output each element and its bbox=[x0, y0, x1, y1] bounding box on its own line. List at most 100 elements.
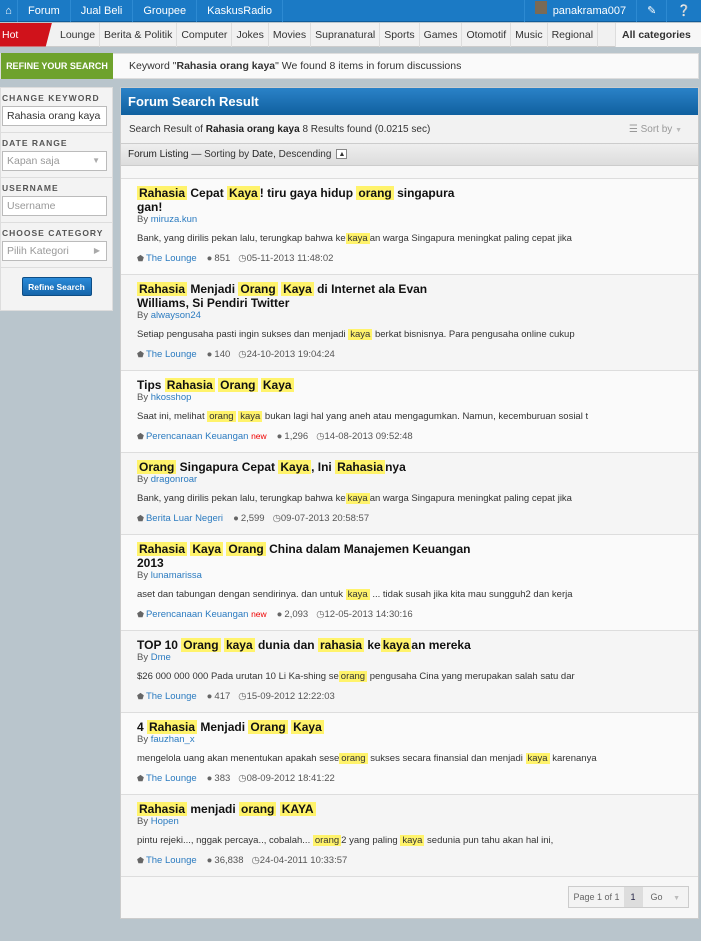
hot-categories-label: Hot categories bbox=[0, 22, 52, 47]
category-supranatural[interactable]: Supranatural bbox=[311, 22, 381, 47]
category-select[interactable]: Pilih Kategori ▶ bbox=[2, 241, 107, 261]
author-link[interactable]: miruza.kun bbox=[151, 214, 197, 225]
category-otomotif[interactable]: Otomotif bbox=[462, 22, 512, 47]
category-movies[interactable]: Movies bbox=[269, 22, 312, 47]
category-link[interactable]: The Lounge bbox=[146, 349, 197, 360]
category-music[interactable]: Music bbox=[511, 22, 548, 47]
category-berita-politik[interactable]: Berita & Politik bbox=[100, 22, 178, 47]
snippet-text: ... tidak susah jika kita mau sungguh2 d… bbox=[369, 589, 573, 600]
keyword-input[interactable]: Rahasia orang kaya bbox=[2, 106, 107, 126]
clock-icon: ◷ bbox=[238, 349, 247, 360]
title-text: an mereka bbox=[411, 638, 471, 652]
author-link[interactable]: alwayson24 bbox=[151, 310, 201, 321]
comment-icon: ● bbox=[206, 253, 213, 264]
title-text: nya bbox=[385, 460, 406, 474]
new-badge: new bbox=[251, 431, 267, 441]
title-text: ke bbox=[364, 638, 381, 652]
result-meta: ⬟ The Lounge ● 383 ◷08-09-2012 18:41:22 bbox=[137, 773, 682, 784]
username-input[interactable]: Username bbox=[2, 196, 107, 216]
search-results-panel: Forum Search Result Search Result of Rah… bbox=[120, 87, 699, 919]
category-link[interactable]: The Lounge bbox=[146, 253, 197, 264]
category-jokes[interactable]: Jokes bbox=[232, 22, 269, 47]
title-text: Singapura Cepat bbox=[176, 460, 279, 474]
category-regional[interactable]: Regional bbox=[548, 22, 599, 47]
highlighted-keyword: Orang bbox=[218, 378, 258, 392]
author-link[interactable]: Dme bbox=[151, 652, 171, 663]
category-link[interactable]: The Lounge bbox=[146, 691, 197, 702]
result-author: By alwayson24 bbox=[137, 310, 682, 321]
go-button[interactable]: Go ▼ bbox=[643, 887, 688, 907]
author-link[interactable]: dragonroar bbox=[151, 474, 197, 485]
by-label: By bbox=[137, 652, 151, 663]
avatar bbox=[534, 0, 547, 14]
category-value: Pilih Kategori bbox=[7, 245, 69, 257]
clock-icon: ◷ bbox=[238, 253, 247, 264]
title-text: Menjadi bbox=[197, 720, 249, 734]
post-date: 09-07-2013 20:58:57 bbox=[280, 513, 370, 524]
result-snippet: Setiap pengusaha pasti ingin sukses dan … bbox=[137, 329, 682, 340]
category-link[interactable]: The Lounge bbox=[146, 855, 197, 866]
result-meta: ⬟ Perencanaan Keuangan new ● 2,093 ◷12-05-20… bbox=[137, 609, 682, 620]
by-label: By bbox=[137, 310, 151, 321]
result-keyword: Rahasia orang kaya bbox=[205, 124, 300, 135]
help-icon[interactable]: ❔ bbox=[667, 0, 701, 22]
result-author: By Dme bbox=[137, 652, 682, 663]
highlighted-keyword: orang bbox=[207, 411, 236, 422]
author-link[interactable]: fauzhan_x bbox=[151, 734, 195, 745]
category-link[interactable]: Perencanaan Keuangan bbox=[146, 609, 248, 620]
category-link[interactable]: Perencanaan Keuangan bbox=[146, 431, 248, 442]
user-menu[interactable]: panakrama007 bbox=[523, 0, 638, 22]
result-title-link[interactable]: Orang Singapura Cepat Kaya, Ini Rahasia n… bbox=[137, 460, 477, 474]
date-range-select[interactable]: Kapan saja ▼ bbox=[2, 151, 107, 171]
result-snippet: aset dan tabungan dengan sendirinya. dan… bbox=[137, 589, 682, 600]
refine-search-button[interactable]: Refine Search bbox=[21, 277, 92, 296]
page-1-button[interactable]: 1 bbox=[623, 887, 643, 907]
title-text: Cepat bbox=[187, 186, 228, 200]
pencil-icon[interactable]: ✎ bbox=[637, 0, 668, 22]
category-sports[interactable]: Sports bbox=[380, 22, 420, 47]
reply-count: 417 bbox=[214, 691, 231, 702]
result-meta: ⬟ The Lounge ● 417 ◷15-09-2012 12:22:03 bbox=[137, 691, 682, 702]
author-link[interactable]: Hopen bbox=[151, 816, 179, 827]
result-title-link[interactable]: 4 Rahasia Menjadi Orang Kaya bbox=[137, 720, 477, 734]
refine-bar: REFINE YOUR SEARCH Keyword "Rahasia oran… bbox=[0, 53, 699, 79]
nav-jual-beli[interactable]: Jual Beli bbox=[71, 0, 134, 22]
home-icon[interactable]: ⌂ bbox=[0, 0, 18, 22]
result-title-link[interactable]: Tips Rahasia Orang Kaya bbox=[137, 378, 477, 392]
top-nav: ⌂ Forum Jual Beli Groupee KaskusRadio pa… bbox=[0, 0, 701, 22]
collapse-icon[interactable]: ▲ bbox=[336, 149, 348, 160]
result-meta: ⬟ The Lounge ● 851 ◷05-11-2013 11:48:02 bbox=[137, 253, 682, 264]
reply-count: 36,838 bbox=[214, 855, 244, 866]
category-bar: Hot categories LoungeBerita & PolitikCom… bbox=[0, 22, 701, 64]
highlighted-keyword: rahasia bbox=[317, 638, 365, 652]
listing-order: , Descending bbox=[273, 149, 332, 160]
category-games[interactable]: Games bbox=[420, 22, 463, 47]
category-computer[interactable]: Computer bbox=[177, 22, 233, 47]
highlighted-keyword: Kaya bbox=[291, 720, 324, 734]
tag-icon: ⬟ bbox=[137, 514, 144, 523]
highlighted-keyword: Rahasia bbox=[137, 802, 188, 816]
category-link[interactable]: Berita Luar Negeri bbox=[146, 513, 223, 524]
nav-kaskusradio[interactable]: KaskusRadio bbox=[197, 0, 283, 22]
clock-icon: ◷ bbox=[272, 513, 281, 524]
result-title-link[interactable]: Rahasia Menjadi Orang Kaya di Internet a… bbox=[137, 282, 477, 310]
result-title-link[interactable]: Rahasia menjadi orang KAYA bbox=[137, 802, 477, 816]
snippet-text: an warga Singapura meningkat paling cepa… bbox=[369, 493, 572, 504]
by-label: By bbox=[137, 474, 151, 485]
result-meta: ⬟ The Lounge ● 36,838 ◷24-04-2011 10:33:57 bbox=[137, 855, 682, 866]
result-title-link[interactable]: Rahasia Cepat Kaya! tiru gaya hidup oran… bbox=[137, 186, 477, 214]
nav-forum[interactable]: Forum bbox=[18, 0, 71, 22]
all-categories-dropdown[interactable]: All categories ▼ bbox=[615, 22, 701, 64]
author-link[interactable]: lunamarissa bbox=[151, 570, 202, 581]
result-title-link[interactable]: TOP 10 Orang kaya dunia dan rahasia ke ka… bbox=[137, 638, 477, 652]
result-title-link[interactable]: Rahasia Kaya Orang China dalam Manajemen… bbox=[137, 542, 477, 570]
category-link[interactable]: The Lounge bbox=[146, 773, 197, 784]
sort-by-dropdown[interactable]: ☰ Sort by ▼ bbox=[629, 115, 682, 145]
date-range-value: Kapan saja bbox=[7, 155, 60, 167]
listing-sort: Date bbox=[251, 149, 274, 160]
author-link[interactable]: hkosshop bbox=[151, 392, 192, 403]
comment-icon: ● bbox=[206, 855, 213, 866]
category-lounge[interactable]: Lounge bbox=[56, 22, 101, 47]
highlighted-keyword: Orang bbox=[226, 542, 266, 556]
nav-groupee[interactable]: Groupee bbox=[133, 0, 198, 22]
